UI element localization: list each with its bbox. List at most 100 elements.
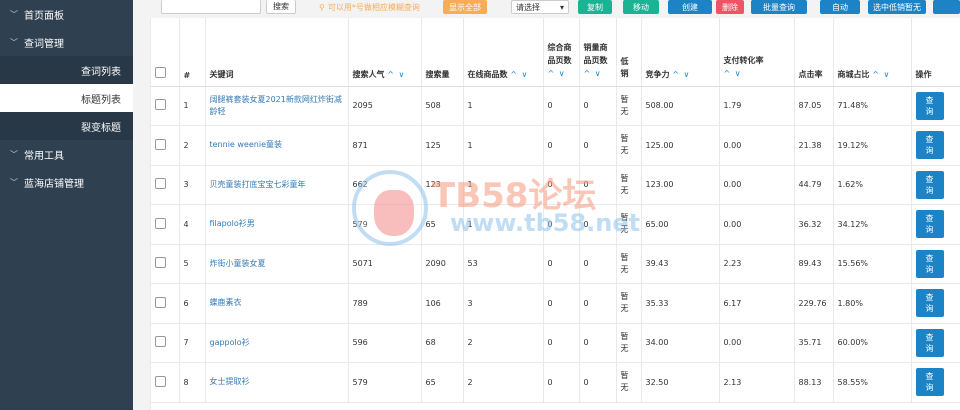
pay-rate-cell: 0.00 xyxy=(719,323,795,363)
sort-arrows-icon[interactable]: ^ ∨ xyxy=(548,69,566,78)
search-input[interactable] xyxy=(161,0,261,14)
toolbar: 搜索 ⚲ 可以用*号做相应模糊查询 显示全部 请选择 ▾ 复制 移动 创建 删除… xyxy=(133,0,960,18)
sort-arrows-icon[interactable]: ^ ∨ xyxy=(584,69,602,78)
copy-button[interactable]: 复制 xyxy=(578,0,612,14)
search-volume-cell: 125 xyxy=(421,125,464,166)
low-sales-cell: 暂无 xyxy=(616,362,642,403)
ctr-cell: 35.71 xyxy=(794,323,834,363)
ctr-cell: 89.43 xyxy=(794,244,834,284)
sort-arrows-icon[interactable]: ^ ∨ xyxy=(672,70,690,79)
sidebar-item-title-list[interactable]: 标题列表 xyxy=(0,84,133,112)
toolbar-extra-button[interactable] xyxy=(933,0,960,14)
header-pay-rate[interactable]: 支付转化率 ^ ∨ xyxy=(719,18,795,87)
search-volume-cell: 106 xyxy=(421,283,464,324)
header-sales-pages[interactable]: 销量商品页数 ^ ∨ xyxy=(579,18,617,87)
ctr-cell: 21.38 xyxy=(794,125,834,166)
table-panel: # 关键词 搜索人气 ^ ∨ 搜索量 在线商品数 ^ ∨ 综合商品页数 ^ ∨ 销… xyxy=(150,18,960,410)
row-checkbox[interactable] xyxy=(155,217,166,229)
header-popularity[interactable]: 搜索人气 ^ ∨ xyxy=(348,18,422,87)
move-button[interactable]: 移动 xyxy=(623,0,659,14)
chevron-down-icon: ﹀ xyxy=(10,9,18,19)
sidebar-item-keyword-management[interactable]: ﹀ 查词管理 xyxy=(0,28,133,56)
keyword-link[interactable]: 蝶鹿素衣 xyxy=(205,283,349,324)
sales-pages-cell: 0 xyxy=(579,86,617,126)
keyword-link[interactable]: 炸街小童装女夏 xyxy=(205,244,349,284)
action-cell: 查询 xyxy=(911,86,960,126)
row-checkbox[interactable] xyxy=(155,296,166,308)
query-button[interactable]: 查询 xyxy=(915,170,944,199)
sidebar-item-fission-title[interactable]: 裂变标题 xyxy=(0,112,133,140)
delete-button[interactable]: 删除 xyxy=(716,0,744,14)
sidebar-item-common-tools[interactable]: ﹀ 常用工具 xyxy=(0,140,133,168)
table-row: 4 filapolo衫男 579 65 1 0 0 暂无 65.00 0.00 36.32 34.12… xyxy=(151,204,960,245)
sort-arrows-icon[interactable]: ^ ∨ xyxy=(387,70,405,79)
keyword-link[interactable]: 阔腿裤套装女夏2021新款网红炸街减龄轻 xyxy=(205,86,349,126)
sidebar-item-keyword-list[interactable]: 查词列表 xyxy=(0,56,133,84)
sidebar-item-dashboard[interactable]: ﹀ 首页面板 xyxy=(0,0,133,28)
select-all-checkbox[interactable] xyxy=(155,66,166,78)
query-button[interactable]: 查询 xyxy=(915,131,944,160)
auto-button[interactable]: 自动 xyxy=(820,0,860,14)
sort-arrows-icon[interactable]: ^ ∨ xyxy=(724,69,742,78)
table-row: 3 贝壳童装打底宝宝七彩童年 662 123 1 0 0 暂无 123.00 0.00 44.79 1… xyxy=(151,165,960,205)
chevron-down-icon: ﹀ xyxy=(10,177,18,187)
table-row: 6 蝶鹿素衣 789 106 3 0 0 暂无 35.33 6.17 229.76 1.80% 查询 xyxy=(151,283,960,324)
row-select-cell xyxy=(151,244,180,284)
category-select[interactable]: 请选择 ▾ xyxy=(511,0,569,14)
row-checkbox[interactable] xyxy=(155,257,166,269)
comp-pages-cell: 0 xyxy=(543,165,580,205)
row-checkbox[interactable] xyxy=(155,375,166,387)
header-competition[interactable]: 竞争力 ^ ∨ xyxy=(641,18,720,87)
query-button[interactable]: 查询 xyxy=(915,249,944,278)
header-low-sales: 低销 xyxy=(616,18,642,87)
keyword-link[interactable]: tennie weenie童装 xyxy=(205,125,349,166)
popularity-cell: 789 xyxy=(348,283,422,324)
ctr-cell: 87.05 xyxy=(794,86,834,126)
row-index: 5 xyxy=(179,244,206,284)
pay-rate-cell: 0.00 xyxy=(719,165,795,205)
row-checkbox[interactable] xyxy=(155,138,166,150)
search-button[interactable]: 搜索 xyxy=(266,0,296,14)
select-low-sales-button[interactable]: 选中低销暂无 xyxy=(868,0,926,14)
batch-query-button[interactable]: 批量查询 xyxy=(751,0,807,14)
keyword-link[interactable]: gappolo衫 xyxy=(205,323,349,363)
row-checkbox[interactable] xyxy=(155,178,166,190)
sidebar-item-label: 查词列表 xyxy=(81,66,121,78)
row-index: 2 xyxy=(179,125,206,166)
action-cell: 查询 xyxy=(911,362,960,403)
row-index: 7 xyxy=(179,323,206,363)
comp-pages-cell: 0 xyxy=(543,362,580,403)
sidebar-item-label: 首页面板 xyxy=(24,10,64,22)
header-search-volume: 搜索量 xyxy=(421,18,464,87)
row-select-cell xyxy=(151,283,180,324)
query-button[interactable]: 查询 xyxy=(915,289,944,318)
sort-arrows-icon[interactable]: ^ ∨ xyxy=(872,70,890,79)
sort-arrows-icon[interactable]: ^ ∨ xyxy=(510,70,528,79)
sidebar-item-label: 查词管理 xyxy=(24,38,64,50)
header-comp-pages[interactable]: 综合商品页数 ^ ∨ xyxy=(543,18,580,87)
query-button[interactable]: 查询 xyxy=(915,210,944,239)
keyword-link[interactable]: 女士提取衫 xyxy=(205,362,349,403)
competition-cell: 35.33 xyxy=(641,283,720,324)
row-checkbox[interactable] xyxy=(155,336,166,348)
sales-pages-cell: 0 xyxy=(579,125,617,166)
popularity-cell: 5071 xyxy=(348,244,422,284)
sales-pages-cell: 0 xyxy=(579,204,617,245)
low-sales-cell: 暂无 xyxy=(616,165,642,205)
row-index: 1 xyxy=(179,86,206,126)
header-mall-ratio[interactable]: 商城占比 ^ ∨ xyxy=(833,18,912,87)
keyword-link[interactable]: 贝壳童装打底宝宝七彩童年 xyxy=(205,165,349,205)
query-button[interactable]: 查询 xyxy=(915,368,944,397)
sidebar-item-blue-ocean-shops[interactable]: ﹀ 蓝海店铺管理 xyxy=(0,168,133,196)
online-count-cell: 2 xyxy=(463,323,544,363)
show-all-button[interactable]: 显示全部 xyxy=(443,0,487,14)
keyword-link[interactable]: filapolo衫男 xyxy=(205,204,349,245)
header-online-count[interactable]: 在线商品数 ^ ∨ xyxy=(463,18,544,87)
query-button[interactable]: 查询 xyxy=(915,91,944,120)
create-button[interactable]: 创建 xyxy=(668,0,712,14)
sidebar: ﹀ 首页面板 ﹀ 查词管理 查词列表 标题列表 裂变标题 ﹀ 常用工具 ﹀ 蓝海… xyxy=(0,0,133,410)
low-sales-cell: 暂无 xyxy=(616,283,642,324)
row-checkbox[interactable] xyxy=(155,99,166,111)
query-button[interactable]: 查询 xyxy=(915,328,944,357)
row-select-cell xyxy=(151,125,180,166)
